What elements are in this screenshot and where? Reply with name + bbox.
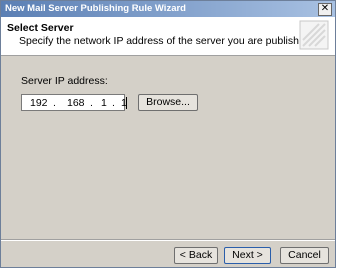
ip-dot: .	[112, 97, 115, 109]
ip-octet-1[interactable]: 192	[30, 97, 48, 109]
text-caret	[126, 97, 127, 109]
page-title: Select Server	[7, 22, 74, 34]
ip-octet-3[interactable]: 1	[101, 97, 107, 109]
next-button[interactable]: Next >	[224, 247, 271, 264]
ip-dot: .	[90, 97, 93, 109]
title-bar: New Mail Server Publishing Rule Wizard ✕	[1, 1, 335, 17]
wizard-window: New Mail Server Publishing Rule Wizard ✕…	[0, 0, 336, 268]
server-ip-input[interactable]: 192 . 168 . 1 . 1	[21, 94, 127, 111]
close-icon: ✕	[320, 3, 330, 14]
ip-dot: .	[53, 97, 56, 109]
cancel-button[interactable]: Cancel	[280, 247, 329, 264]
wizard-graphic-icon	[299, 20, 329, 50]
close-button[interactable]: ✕	[318, 3, 332, 16]
wizard-header: Select Server Specify the network IP add…	[1, 17, 335, 56]
server-ip-label: Server IP address:	[21, 75, 108, 87]
browse-button[interactable]: Browse...	[138, 94, 198, 111]
window-title: New Mail Server Publishing Rule Wizard	[5, 3, 186, 14]
ip-octet-2[interactable]: 168	[67, 97, 85, 109]
footer-divider	[1, 239, 335, 241]
page-subtitle: Specify the network IP address of the se…	[19, 35, 316, 47]
back-button[interactable]: < Back	[174, 247, 218, 264]
